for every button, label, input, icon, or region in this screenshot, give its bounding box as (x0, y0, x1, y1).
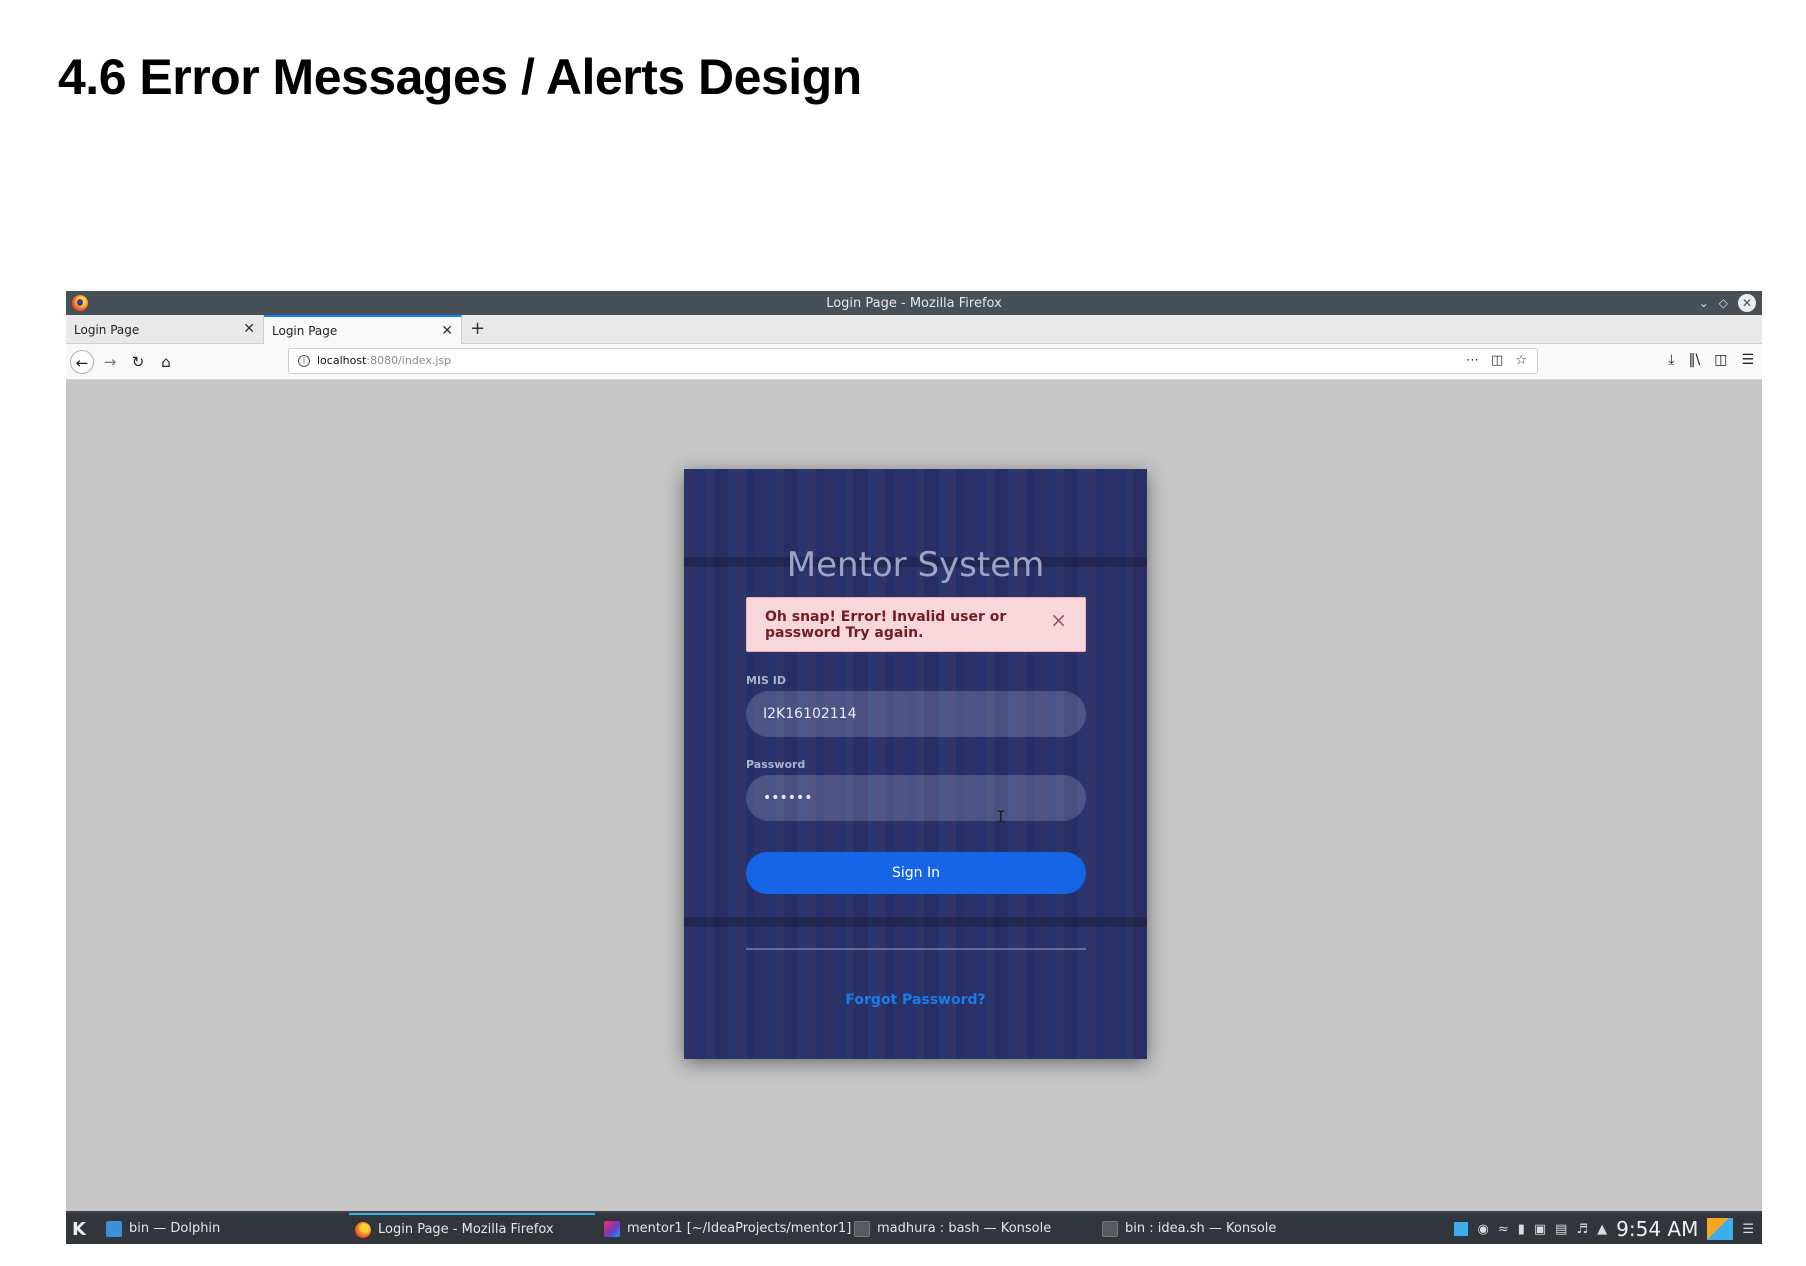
task-label: bin : idea.sh — Konsole (1125, 1221, 1277, 1236)
tab-label: Login Page (74, 322, 140, 337)
task-firefox[interactable]: Login Page - Mozilla Firefox (349, 1213, 595, 1244)
task-intellij[interactable]: mentor1 [~/IdeaProjects/mentor1] ... (604, 1213, 868, 1244)
folder-icon (106, 1220, 122, 1237)
site-info-icon[interactable]: i (298, 355, 310, 367)
document-heading: 4.6 Error Messages / Alerts Design (58, 49, 862, 105)
password-input[interactable]: •••••• (746, 775, 1086, 821)
minimize-icon[interactable]: ⌄ (1699, 294, 1709, 312)
desktop-preview-icon[interactable] (1707, 1218, 1734, 1240)
navigation-toolbar: ← → ↻ ⌂ i localhost:8080/index.jsp ⋯ ◫ ☆… (66, 344, 1762, 380)
back-arrow-icon[interactable]: ← (70, 350, 94, 374)
home-icon[interactable]: ⌂ (154, 350, 178, 374)
tab-login-page-1[interactable]: Login Page ✕ (66, 315, 264, 344)
task-label: bin — Dolphin (129, 1221, 221, 1236)
hamburger-menu-icon[interactable]: ☰ (1741, 352, 1754, 368)
konsole-icon (854, 1220, 870, 1237)
kde-launcher-icon[interactable]: K (72, 1219, 86, 1240)
text-cursor-icon: I (996, 807, 1006, 826)
sidebar-icon[interactable]: ◫ (1714, 352, 1727, 368)
error-alert: Oh snap! Error! Invalid user or password… (746, 597, 1086, 652)
forward-arrow-icon[interactable]: → (98, 350, 122, 374)
maximize-icon[interactable]: ◇ (1719, 294, 1728, 312)
task-label: madhura : bash — Konsole (877, 1221, 1052, 1236)
reload-icon[interactable]: ↻ (126, 350, 150, 374)
tab-label: Login Page (272, 323, 338, 338)
bookshelf-decoration (684, 917, 1147, 927)
url-actions: ⋯ ◫ ☆ (1466, 349, 1527, 373)
page-actions-ellipsis-icon[interactable]: ⋯ (1466, 349, 1479, 373)
sign-in-button[interactable]: Sign In (746, 852, 1086, 894)
system-tray: ◉ ≈ ▮ ▣ ▤ ♬ ▲ 9:54 AM ☰ (1454, 1217, 1754, 1241)
new-tab-plus-icon[interactable]: + (470, 318, 485, 339)
toolbar-icons: ⤓ ‖\ ◫ ☰ (1668, 352, 1754, 368)
info-tray-icon[interactable] (1454, 1222, 1469, 1236)
library-icon[interactable]: ‖\ (1688, 352, 1700, 368)
clipboard-icon[interactable]: ◉ (1477, 1222, 1488, 1237)
task-label: Login Page - Mozilla Firefox (378, 1222, 554, 1237)
mis-id-input[interactable]: I2K16102114 (746, 691, 1086, 737)
wifi-icon[interactable]: ≈ (1498, 1222, 1509, 1237)
task-konsole-bash[interactable]: madhura : bash — Konsole (854, 1213, 1051, 1244)
lock-icon[interactable]: ▣ (1534, 1222, 1546, 1237)
tab-strip: Login Page ✕ Login Page ✕ + (66, 315, 1762, 344)
firefox-logo-icon (72, 295, 88, 311)
tab-close-icon[interactable]: ✕ (441, 323, 453, 339)
app-title: Mentor System (786, 545, 1045, 585)
window-title: Login Page - Mozilla Firefox (826, 295, 1002, 311)
firefox-icon (355, 1221, 371, 1238)
divider (746, 948, 1086, 950)
task-konsole-idea[interactable]: bin : idea.sh — Konsole (1102, 1213, 1276, 1244)
task-dolphin[interactable]: bin — Dolphin (106, 1213, 220, 1244)
download-icon[interactable]: ⤓ (1668, 352, 1674, 368)
window-close-icon[interactable]: ✕ (1738, 294, 1756, 312)
mis-id-label: MIS ID (746, 674, 787, 687)
clock[interactable]: 9:54 AM (1616, 1217, 1698, 1241)
taskbar: K bin — Dolphin Login Page - Mozilla Fir… (66, 1211, 1762, 1244)
window-controls: ⌄ ◇ ✕ (1699, 294, 1756, 312)
bookmark-star-icon[interactable]: ☆ (1515, 349, 1527, 373)
pocket-icon[interactable]: ◫ (1491, 349, 1503, 373)
panel-menu-icon[interactable]: ☰ (1742, 1222, 1754, 1237)
task-label: mentor1 [~/IdeaProjects/mentor1] ... (627, 1221, 868, 1236)
window-titlebar: Login Page - Mozilla Firefox ⌄ ◇ ✕ (66, 291, 1762, 315)
password-label: Password (746, 758, 806, 771)
login-card: Mentor System Oh snap! Error! Invalid us… (684, 469, 1147, 1059)
screenshot-frame: Login Page - Mozilla Firefox ⌄ ◇ ✕ Login… (66, 291, 1762, 1244)
notes-icon[interactable]: ▤ (1555, 1222, 1567, 1237)
url-host: localhost (317, 354, 367, 367)
address-bar[interactable]: i localhost:8080/index.jsp ⋯ ◫ ☆ (288, 348, 1538, 374)
konsole-icon (1102, 1220, 1118, 1237)
intellij-icon (604, 1220, 620, 1237)
url-path: :8080/index.jsp (366, 354, 452, 367)
tab-login-page-2[interactable]: Login Page ✕ (264, 315, 462, 344)
volume-icon[interactable]: ♬ (1576, 1222, 1588, 1237)
tab-close-icon[interactable]: ✕ (243, 321, 255, 337)
error-alert-message: Oh snap! Error! Invalid user or password… (765, 609, 1007, 641)
expand-tray-icon[interactable]: ▲ (1597, 1222, 1607, 1237)
battery-icon[interactable]: ▮ (1518, 1222, 1525, 1237)
forgot-password-link[interactable]: Forgot Password? (684, 992, 1147, 1008)
alert-close-icon[interactable]: × (1050, 610, 1067, 630)
